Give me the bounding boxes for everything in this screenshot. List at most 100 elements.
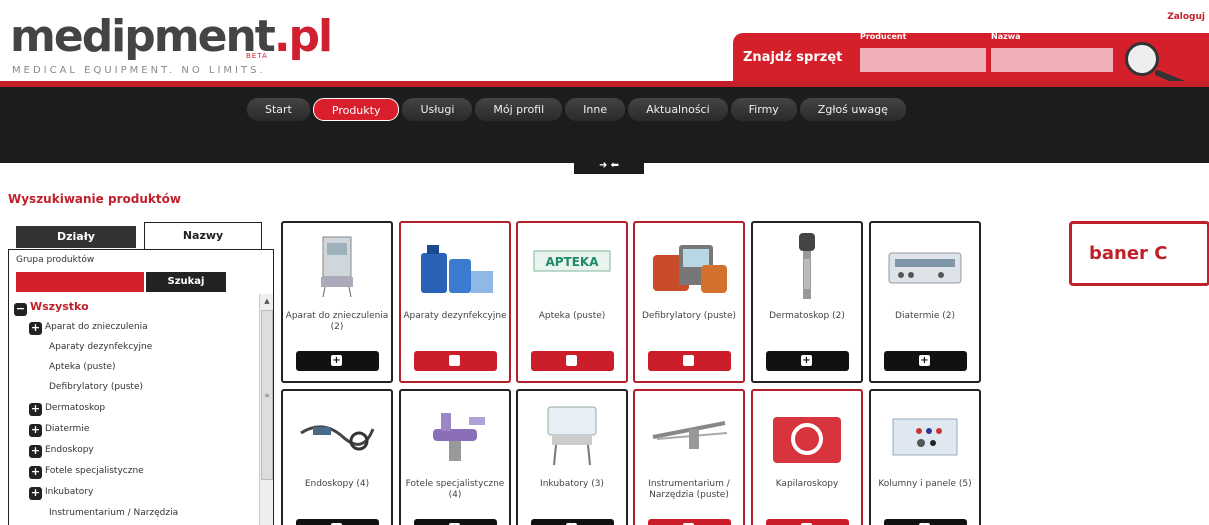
minus-icon[interactable]: − <box>14 303 27 316</box>
product-card[interactable]: Instrumentarium / Narzędzia (puste) <box>633 389 745 525</box>
product-expand-button[interactable] <box>648 519 731 525</box>
product-label[interactable]: Instrumentarium / Narzędzia (puste) <box>635 479 743 501</box>
tab-nazwy[interactable]: Nazwy <box>144 222 262 250</box>
product-image[interactable] <box>293 399 381 469</box>
plus-icon[interactable]: + <box>29 487 42 500</box>
product-image[interactable] <box>763 399 851 469</box>
plus-icon[interactable]: + <box>29 403 42 416</box>
product-card[interactable]: Endoskopy (4) + <box>281 389 393 525</box>
nav-item-2[interactable]: Usługi <box>402 98 473 121</box>
nav-item-7[interactable]: Zgłoś uwagę <box>799 98 906 121</box>
product-image[interactable]: APTEKA <box>528 231 616 301</box>
site-logo[interactable]: medipment.pl BETA MEDICAL EQUIPMENT. NO … <box>10 14 333 80</box>
product-expand-button[interactable]: + <box>531 519 614 525</box>
tree-item-label: Inkubatory <box>45 487 94 497</box>
login-link[interactable]: Zaloguj <box>1167 12 1205 22</box>
product-image[interactable] <box>528 399 616 469</box>
product-card[interactable]: Aparat do znieczulenia (2) + <box>281 221 393 383</box>
tree-item[interactable]: + Inkubatory <box>29 487 93 500</box>
square-icon <box>683 355 694 366</box>
tree-item[interactable]: + Endoskopy <box>29 445 94 458</box>
nav-item-1[interactable]: Produkty <box>312 98 400 121</box>
tree-item[interactable]: − Wszystko <box>14 300 89 316</box>
nav-item-3[interactable]: Mój profil <box>475 98 563 121</box>
tree-item[interactable]: Defibrylatory (puste) <box>49 382 143 392</box>
layout-toggle[interactable]: ➜ ⬅ <box>574 160 644 174</box>
product-expand-button[interactable]: + <box>296 351 379 371</box>
tree-item[interactable]: Apteka (puste) <box>49 362 116 372</box>
plus-icon[interactable]: + <box>29 466 42 479</box>
nav-item-6[interactable]: Firmy <box>730 98 797 121</box>
product-label[interactable]: Fotele specjalistyczne (4) <box>401 479 509 501</box>
plus-icon[interactable]: + <box>29 322 42 335</box>
product-label[interactable]: Diatermie (2) <box>871 311 979 322</box>
product-card[interactable]: APTEKA Apteka (puste) <box>516 221 628 383</box>
scroll-up-icon[interactable]: ▲ <box>260 294 274 308</box>
banner-c[interactable]: baner C <box>1069 221 1209 286</box>
tree-item[interactable]: Instrumentarium / Narzędzia <box>49 508 178 518</box>
product-card[interactable]: Defibrylatory (puste) <box>633 221 745 383</box>
tab-dzialy[interactable]: Działy <box>16 226 136 248</box>
square-icon <box>449 355 460 366</box>
product-card[interactable]: Dermatoskop (2) + <box>751 221 863 383</box>
tree-item[interactable]: + Diatermie <box>29 424 89 437</box>
product-image[interactable] <box>645 399 733 469</box>
tree-item-label: Defibrylatory (puste) <box>49 382 144 392</box>
product-image[interactable] <box>411 231 499 301</box>
sidebar-panel: Grupa produktów Szukaj − Wszystko + Aparat … <box>8 249 274 525</box>
product-label[interactable]: Defibrylatory (puste) <box>635 311 743 322</box>
product-image[interactable] <box>881 399 969 469</box>
product-card[interactable]: Aparaty dezynfekcyjne <box>399 221 511 383</box>
search-icon[interactable] <box>1125 42 1159 76</box>
tree-scrollbar[interactable]: ▲ ≡ <box>259 294 273 525</box>
product-label[interactable]: Aparaty dezynfekcyjne <box>401 311 509 322</box>
product-card[interactable]: Diatermie (2) + <box>869 221 981 383</box>
group-input[interactable] <box>16 272 144 292</box>
nav-item-4[interactable]: Inne <box>565 98 626 121</box>
tree-item[interactable]: + Fotele specjalistyczne <box>29 466 144 479</box>
product-expand-button[interactable] <box>766 519 849 525</box>
product-expand-button[interactable]: + <box>296 519 379 525</box>
product-image[interactable] <box>293 231 381 301</box>
product-image[interactable] <box>763 231 851 301</box>
group-label: Grupa produktów <box>16 255 95 265</box>
product-label[interactable]: Aparat do znieczulenia (2) <box>283 311 391 333</box>
product-label[interactable]: Apteka (puste) <box>518 311 626 322</box>
producer-input[interactable] <box>860 48 986 72</box>
tree-item[interactable]: + Aparat do znieczulenia <box>29 322 148 335</box>
tree-item-label: Aparaty dezynfekcyjne <box>49 342 153 352</box>
tree-item[interactable]: + Dermatoskop <box>29 403 105 416</box>
product-expand-button[interactable]: + <box>766 351 849 371</box>
product-card[interactable]: Inkubatory (3) + <box>516 389 628 525</box>
tree-item[interactable]: Aparaty dezynfekcyjne <box>49 342 152 352</box>
product-expand-button[interactable]: + <box>414 519 497 525</box>
product-expand-button[interactable] <box>648 351 731 371</box>
plus-icon[interactable]: + <box>29 424 42 437</box>
scroll-thumb[interactable]: ≡ <box>261 310 273 480</box>
product-label[interactable]: Kolumny i panele (5) <box>871 479 979 490</box>
nav-item-5[interactable]: Aktualności <box>628 98 728 121</box>
product-card[interactable]: Kolumny i panele (5) + <box>869 389 981 525</box>
product-label[interactable]: Endoskopy (4) <box>283 479 391 490</box>
plus-icon: + <box>801 355 812 366</box>
tree-item-label: Apteka (puste) <box>49 362 116 372</box>
plus-icon[interactable]: + <box>29 445 42 458</box>
product-image[interactable] <box>411 399 499 469</box>
product-label[interactable]: Dermatoskop (2) <box>753 311 861 322</box>
search-button[interactable]: Szukaj <box>146 272 226 292</box>
product-image[interactable] <box>881 231 969 301</box>
product-expand-button[interactable] <box>531 351 614 371</box>
producer-label: Producent <box>860 32 907 41</box>
product-label[interactable]: Kapilaroskopy <box>753 479 861 490</box>
name-input[interactable] <box>991 48 1113 72</box>
logo-wordmark: medipment.pl <box>10 14 333 60</box>
product-card[interactable]: Fotele specjalistyczne (4) + <box>399 389 511 525</box>
product-card[interactable]: Kapilaroskopy <box>751 389 863 525</box>
product-expand-button[interactable]: + <box>884 351 967 371</box>
tree-item-label: Instrumentarium / Narzędzia <box>49 508 179 518</box>
product-image[interactable] <box>645 231 733 301</box>
product-expand-button[interactable] <box>414 351 497 371</box>
product-label[interactable]: Inkubatory (3) <box>518 479 626 490</box>
product-expand-button[interactable]: + <box>884 519 967 525</box>
nav-item-0[interactable]: Start <box>247 98 310 121</box>
